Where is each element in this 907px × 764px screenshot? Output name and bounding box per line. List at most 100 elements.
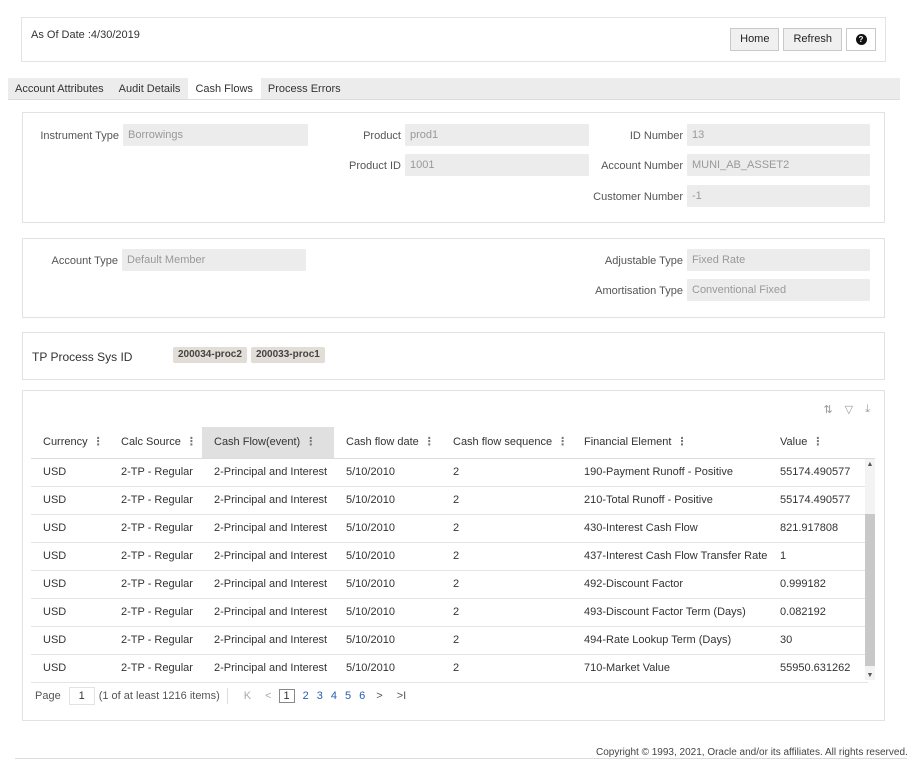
table-cell: 55174.490577: [780, 466, 851, 478]
table-cell: USD: [43, 550, 67, 562]
grid-scrollbar[interactable]: ▲ ▼: [865, 459, 875, 680]
table-cell: 5/10/2010: [346, 522, 395, 534]
table-cell: 2-TP - Regular: [121, 466, 193, 478]
product-id-label: Product ID: [349, 160, 401, 172]
tab-process-errors[interactable]: Process Errors: [261, 78, 349, 99]
table-cell: 2-TP - Regular: [121, 494, 193, 506]
page-input[interactable]: 1: [68, 687, 95, 705]
column-header-value[interactable]: Value ⋮: [768, 427, 875, 459]
amortisation-type-field: Conventional Fixed: [687, 279, 870, 301]
table-row[interactable]: USD 2-TP - Regular 2-Principal and Interes…: [31, 599, 868, 627]
page-number[interactable]: 2: [303, 690, 309, 702]
table-row[interactable]: USD 2-TP - Regular 2-Principal and Interes…: [31, 655, 868, 683]
tab-audit-details[interactable]: Audit Details: [112, 78, 189, 99]
sort-icon[interactable]: ⇅: [823, 403, 832, 416]
column-header-label: Value: [780, 436, 808, 448]
header-bar: As Of Date :4/30/2019 Home Refresh ?: [21, 17, 886, 62]
tab-account-attributes[interactable]: Account Attributes: [8, 78, 112, 99]
column-header-currency[interactable]: Currency ⋮: [31, 427, 109, 459]
table-row[interactable]: USD 2-TP - Regular 2-Principal and Interes…: [31, 487, 868, 515]
last-page-icon[interactable]: >I: [397, 690, 406, 702]
table-cell: 2: [453, 634, 460, 646]
table-cell: 5/10/2010: [346, 662, 395, 674]
as-of-date: As Of Date :4/30/2019: [31, 29, 140, 41]
scroll-up-icon[interactable]: ▲: [865, 461, 875, 468]
table-cell: 5/10/2010: [346, 634, 395, 646]
instrument-type-field: Borrowings: [123, 124, 308, 146]
product-label: Product: [363, 130, 401, 142]
table-row[interactable]: USD 2-TP - Regular 2-Principal and Interes…: [31, 627, 868, 655]
page-number[interactable]: 4: [331, 690, 337, 702]
table-cell: USD: [43, 494, 67, 506]
table-cell: 2: [453, 606, 460, 618]
page-number[interactable]: 6: [359, 690, 365, 702]
table-cell: 2: [453, 522, 460, 534]
table-row[interactable]: USD 2-TP - Regular 2-Principal and Interes…: [31, 459, 868, 487]
column-menu-icon[interactable]: ⋮: [424, 436, 435, 448]
amortisation-type-label: Amortisation Type: [595, 285, 683, 297]
table-cell: 0.082192: [780, 606, 826, 618]
help-icon: ?: [855, 33, 867, 45]
refresh-button[interactable]: Refresh: [783, 28, 842, 51]
filter-icon[interactable]: ▽: [845, 403, 853, 416]
tab-cash-flows[interactable]: Cash Flows: [188, 78, 261, 99]
scrollbar-thumb[interactable]: [865, 514, 875, 666]
table-cell: 5/10/2010: [346, 466, 395, 478]
customer-number-label: Customer Number: [593, 191, 683, 203]
adjustable-type-label: Adjustable Type: [604, 255, 683, 267]
tp-process-chip[interactable]: 200033-proc1: [250, 347, 325, 363]
table-cell: 2-TP - Regular: [121, 578, 193, 590]
id-number-label: ID Number: [629, 130, 683, 142]
next-page-icon[interactable]: >: [376, 690, 382, 702]
table-cell: 2-TP - Regular: [121, 662, 193, 674]
column-menu-icon[interactable]: ⋮: [93, 436, 104, 448]
table-cell: 821.917808: [780, 522, 839, 534]
account-type-label: Account Type: [51, 255, 118, 267]
table-row[interactable]: USD 2-TP - Regular 2-Principal and Interes…: [31, 515, 868, 543]
page-number[interactable]: 3: [317, 690, 323, 702]
column-menu-icon[interactable]: ⋮: [676, 436, 687, 448]
column-header-calc-source[interactable]: Calc Source ⋮: [109, 427, 202, 459]
previous-page-icon[interactable]: <: [265, 690, 271, 702]
column-header-financial-element[interactable]: Financial Element ⋮: [572, 427, 768, 459]
page-number[interactable]: 1: [278, 689, 295, 703]
column-menu-icon[interactable]: ⋮: [186, 436, 197, 448]
tp-process-panel: TP Process Sys ID 200034-proc2 200033-pr…: [22, 332, 885, 380]
page-number[interactable]: 5: [345, 690, 351, 702]
account-type-panel: Account Type Default Member Adjustable T…: [22, 238, 885, 318]
pagination: Page 1 (1 of at least 1216 items) K < 1 …: [35, 687, 413, 705]
grid-toolbar: ⇅ ▽ ⤓: [811, 403, 870, 416]
id-number-field: 13: [687, 124, 870, 146]
help-button[interactable]: ?: [846, 28, 876, 51]
home-button[interactable]: Home: [730, 28, 780, 51]
column-header-cash-flow-event[interactable]: Cash Flow(event) ⋮: [202, 427, 334, 459]
table-cell: USD: [43, 634, 67, 646]
column-menu-icon[interactable]: ⋮: [557, 436, 568, 448]
adjustable-type-field: Fixed Rate: [687, 249, 870, 271]
download-icon[interactable]: ⤓: [865, 403, 870, 416]
table-cell: 2: [453, 466, 460, 478]
table-cell: 0.999182: [780, 578, 826, 590]
column-header-cash-flow-sequence[interactable]: Cash flow sequence ⋮: [441, 427, 572, 459]
table-cell: 2-TP - Regular: [121, 634, 193, 646]
tp-process-chip[interactable]: 200034-proc2: [173, 347, 247, 363]
column-menu-icon[interactable]: ⋮: [305, 436, 316, 448]
table-cell: 1: [780, 550, 787, 562]
tp-process-chips: 200034-proc2 200033-proc1: [173, 347, 329, 363]
table-cell: 2: [453, 578, 460, 590]
column-menu-icon[interactable]: ⋮: [812, 436, 823, 448]
cash-flow-grid-panel: ⇅ ▽ ⤓ Currency ⋮ Calc Source ⋮ Cash Flow(e…: [22, 390, 885, 721]
instrument-type-label: Instrument Type: [40, 130, 119, 142]
tp-process-label: TP Process Sys ID: [32, 350, 133, 364]
table-cell: USD: [43, 662, 67, 674]
table-cell: 437-Interest Cash Flow Transfer Rate: [584, 550, 768, 562]
table-cell: 55174.490577: [780, 494, 851, 506]
table-row[interactable]: USD 2-TP - Regular 2-Principal and Interes…: [31, 571, 868, 599]
table-row[interactable]: USD 2-TP - Regular 2-Principal and Interes…: [31, 543, 868, 571]
first-page-icon[interactable]: K: [244, 690, 251, 702]
scroll-down-icon[interactable]: ▼: [865, 672, 875, 679]
column-header-label: Financial Element: [584, 436, 672, 448]
column-header-cash-flow-date[interactable]: Cash flow date ⋮: [334, 427, 441, 459]
table-cell: 493-Discount Factor Term (Days): [584, 606, 746, 618]
grid-header-row: Currency ⋮ Calc Source ⋮ Cash Flow(event) ⋮…: [31, 427, 875, 459]
